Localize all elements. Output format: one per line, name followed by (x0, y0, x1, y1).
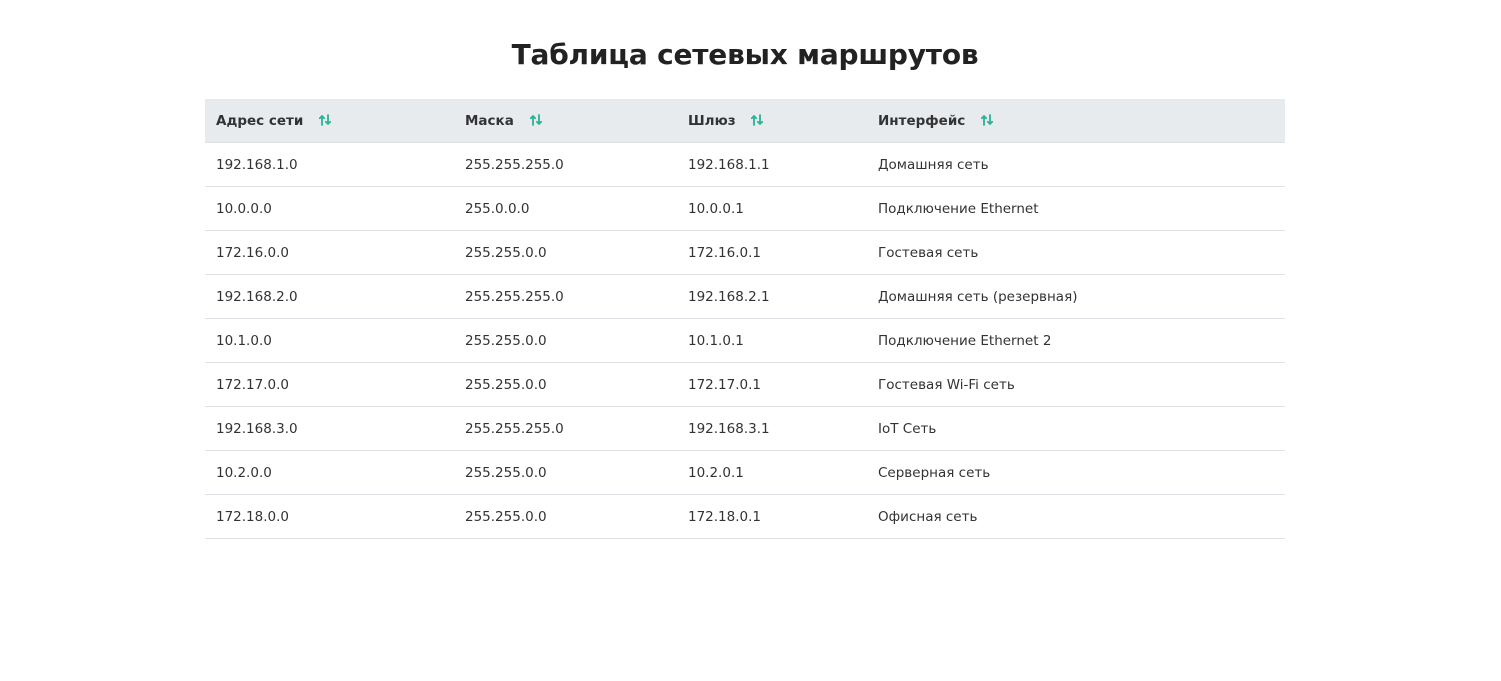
cell-mask: 255.255.255.0 (454, 274, 677, 319)
sort-arrows-icon[interactable] (750, 113, 764, 127)
column-header-label: Адрес сети (216, 112, 304, 129)
table-row: 192.168.3.0 255.255.255.0 192.168.3.1 Io… (205, 406, 1285, 451)
cell-interface: Гостевая Wi-Fi сеть (867, 362, 1285, 407)
cell-interface: Домашняя сеть (резервная) (867, 274, 1285, 319)
cell-network: 10.0.0.0 (205, 186, 454, 231)
cell-interface: Домашняя сеть (867, 142, 1285, 187)
table-header: Адрес сети Маска Шлюз Интерфейс (205, 99, 1285, 143)
column-header-label: Шлюз (688, 112, 736, 129)
table-row: 10.0.0.0 255.0.0.0 10.0.0.1 Подключение … (205, 186, 1285, 231)
cell-gateway: 10.1.0.1 (677, 318, 867, 363)
cell-mask: 255.255.0.0 (454, 450, 677, 495)
page-title: Таблица сетевых маршрутов (511, 38, 979, 71)
cell-gateway: 10.0.0.1 (677, 186, 867, 231)
cell-gateway: 172.17.0.1 (677, 362, 867, 407)
table-row: 10.1.0.0 255.255.0.0 10.1.0.1 Подключени… (205, 318, 1285, 363)
cell-mask: 255.255.0.0 (454, 230, 677, 275)
cell-gateway: 192.168.3.1 (677, 406, 867, 451)
column-header-label: Маска (465, 112, 514, 129)
cell-mask: 255.255.255.0 (454, 142, 677, 187)
cell-network: 192.168.3.0 (205, 406, 454, 451)
cell-network: 172.18.0.0 (205, 494, 454, 539)
cell-interface: Подключение Ethernet 2 (867, 318, 1285, 363)
cell-interface: IoT Сеть (867, 406, 1285, 451)
cell-mask: 255.255.0.0 (454, 362, 677, 407)
sort-arrows-icon[interactable] (980, 113, 994, 127)
cell-network: 172.17.0.0 (205, 362, 454, 407)
cell-mask: 255.255.255.0 (454, 406, 677, 451)
table-row: 10.2.0.0 255.255.0.0 10.2.0.1 Серверная … (205, 450, 1285, 495)
table-row: 172.16.0.0 255.255.0.0 172.16.0.1 Гостев… (205, 230, 1285, 275)
cell-network: 10.1.0.0 (205, 318, 454, 363)
sort-arrows-icon[interactable] (529, 113, 543, 127)
cell-gateway: 172.18.0.1 (677, 494, 867, 539)
cell-network: 172.16.0.0 (205, 230, 454, 275)
table-row: 192.168.1.0 255.255.255.0 192.168.1.1 До… (205, 142, 1285, 187)
cell-mask: 255.255.0.0 (454, 494, 677, 539)
column-header-mask[interactable]: Маска (454, 99, 677, 143)
cell-network: 192.168.1.0 (205, 142, 454, 187)
header-row: Адрес сети Маска Шлюз Интерфейс (205, 99, 1285, 143)
sort-arrows-icon[interactable] (318, 113, 332, 127)
cell-interface: Подключение Ethernet (867, 186, 1285, 231)
table-row: 172.17.0.0 255.255.0.0 172.17.0.1 Гостев… (205, 362, 1285, 407)
cell-interface: Офисная сеть (867, 494, 1285, 539)
cell-mask: 255.255.0.0 (454, 318, 677, 363)
cell-gateway: 172.16.0.1 (677, 230, 867, 275)
cell-gateway: 10.2.0.1 (677, 450, 867, 495)
cell-network: 192.168.2.0 (205, 274, 454, 319)
cell-gateway: 192.168.2.1 (677, 274, 867, 319)
cell-gateway: 192.168.1.1 (677, 142, 867, 187)
cell-interface: Гостевая сеть (867, 230, 1285, 275)
routes-table: Адрес сети Маска Шлюз Интерфейс 192.168.… (205, 99, 1285, 539)
table-row: 172.18.0.0 255.255.0.0 172.18.0.1 Офисна… (205, 494, 1285, 539)
column-header-interface[interactable]: Интерфейс (867, 99, 1285, 143)
column-header-label: Интерфейс (878, 112, 966, 129)
cell-interface: Серверная сеть (867, 450, 1285, 495)
cell-mask: 255.0.0.0 (454, 186, 677, 231)
cell-network: 10.2.0.0 (205, 450, 454, 495)
column-header-gateway[interactable]: Шлюз (677, 99, 867, 143)
table-body: 192.168.1.0 255.255.255.0 192.168.1.1 До… (205, 142, 1285, 539)
table-row: 192.168.2.0 255.255.255.0 192.168.2.1 До… (205, 274, 1285, 319)
page: Таблица сетевых маршрутов Адрес сети Мас… (0, 0, 1501, 681)
column-header-network[interactable]: Адрес сети (205, 99, 454, 143)
